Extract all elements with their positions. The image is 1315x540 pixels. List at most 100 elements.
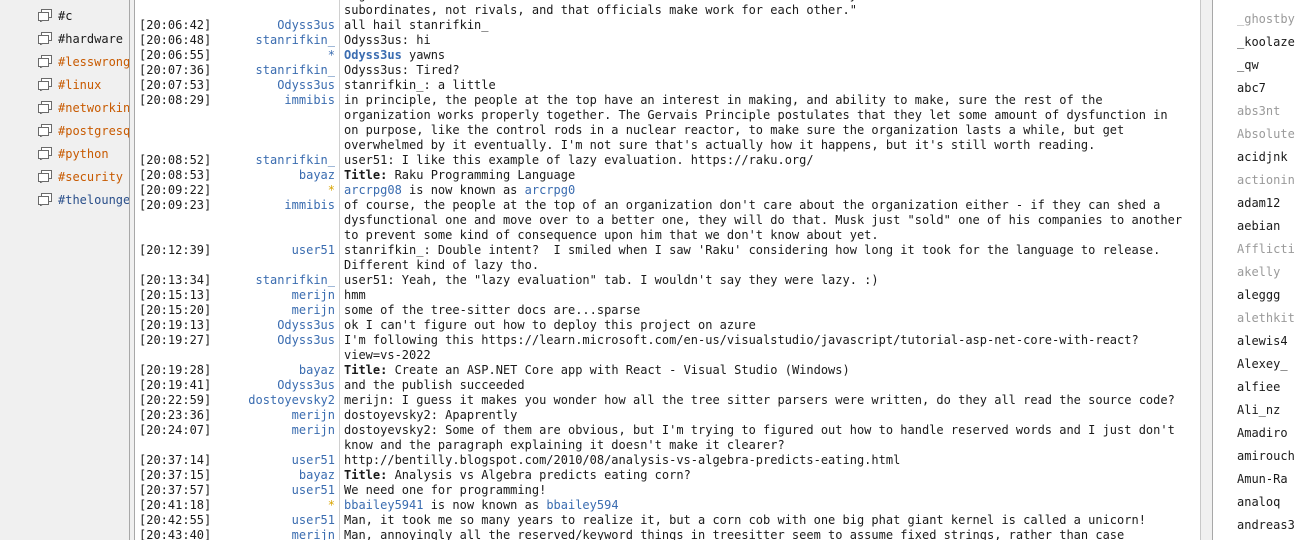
channel-item[interactable]: #c bbox=[38, 4, 129, 27]
message-nick[interactable]: stanrifkin_ bbox=[214, 273, 340, 288]
message-row: [20:09:23] immibis of course, the people a… bbox=[135, 198, 1200, 243]
message-text: Man, annoyingly all the reserved/keyword… bbox=[340, 528, 1200, 540]
user-list-item[interactable]: _ghostby bbox=[1237, 8, 1315, 31]
message-timestamp: [20:19:13] bbox=[139, 318, 212, 332]
channel-item[interactable]: #postgresql bbox=[38, 119, 129, 142]
user-list-item[interactable]: Absolute bbox=[1237, 123, 1315, 146]
user-list-item[interactable]: Amadiro bbox=[1237, 422, 1315, 445]
user-list-item[interactable]: analoq bbox=[1237, 491, 1315, 514]
message-row: [20:37:14] user51 http://bentilly.blogspot… bbox=[135, 453, 1200, 468]
channel-item[interactable]: #security bbox=[38, 165, 129, 188]
message-row: [20:23:36] merijn dostoyevsky2: Apaprently bbox=[135, 408, 1200, 423]
channel-name: #security bbox=[58, 169, 124, 184]
message-nick[interactable]: user51 bbox=[214, 483, 340, 498]
message-nick[interactable]: dostoyevsky2 bbox=[214, 393, 340, 408]
message-nick[interactable]: bayaz bbox=[214, 168, 340, 183]
message-log[interactable]: regardless of the amount of work to be d… bbox=[135, 0, 1200, 540]
message-row: [20:42:55] user51 Man, it took me so many … bbox=[135, 513, 1200, 528]
user-list-item[interactable]: actionin bbox=[1237, 169, 1315, 192]
user-list-item[interactable]: acidjnk bbox=[1237, 146, 1315, 169]
message-text: http://bentilly.blogspot.com/2010/08/ana… bbox=[340, 453, 1200, 468]
channel-item[interactable]: #thelounge bbox=[38, 188, 129, 211]
message-timestamp: [20:43:40] bbox=[139, 528, 212, 540]
message-row: [20:22:59] dostoyevsky2 merijn: I guess it… bbox=[135, 393, 1200, 408]
inline-nick[interactable]: bbailey5941 bbox=[344, 498, 423, 512]
user-list-item[interactable]: Amun-Ra bbox=[1237, 468, 1315, 491]
message-timestamp: [20:06:55] bbox=[139, 48, 212, 62]
user-list-item[interactable]: alewis4 bbox=[1237, 330, 1315, 353]
message-nick[interactable]: Odyss3us bbox=[214, 378, 340, 393]
message-nick[interactable]: Odyss3us bbox=[214, 78, 340, 93]
user-list-item[interactable]: _koolaze bbox=[1237, 31, 1315, 54]
channel-item[interactable]: #hardware bbox=[38, 27, 129, 50]
channel-icon bbox=[38, 9, 52, 22]
message-row: [20:15:20] merijn some of the tree-sitter … bbox=[135, 303, 1200, 318]
message-nick[interactable]: * bbox=[214, 48, 340, 63]
user-list-item[interactable]: Afflicti bbox=[1237, 238, 1315, 261]
channel-item[interactable]: #python bbox=[38, 142, 129, 165]
message-nick[interactable]: bayaz bbox=[214, 468, 340, 483]
channel-item[interactable]: #lesswrong bbox=[38, 50, 129, 73]
message-nick[interactable]: stanrifkin_ bbox=[214, 33, 340, 48]
message-nick[interactable]: immibis bbox=[214, 93, 340, 153]
message-nick[interactable]: Odyss3us bbox=[214, 318, 340, 333]
message-fragment: and the publish succeeded bbox=[344, 378, 525, 392]
message-timestamp: [20:07:53] bbox=[139, 78, 212, 92]
user-list-item[interactable]: _qw bbox=[1237, 54, 1315, 77]
message-text: I'm following this https://learn.microso… bbox=[340, 333, 1200, 363]
user-list-item[interactable]: alfiee bbox=[1237, 376, 1315, 399]
user-list-item[interactable]: aleggg bbox=[1237, 284, 1315, 307]
message-fragment: is now known as bbox=[401, 183, 525, 197]
message-fragment: is now known as bbox=[423, 498, 547, 512]
irc-client-window: #c #hardware #lesswrong #linux #networking #p… bbox=[0, 0, 1315, 540]
message-nick[interactable]: merijn bbox=[214, 423, 340, 453]
user-list-item[interactable]: Alexey_ bbox=[1237, 353, 1315, 376]
message-nick[interactable]: * bbox=[214, 498, 340, 513]
message-nick[interactable]: merijn bbox=[214, 408, 340, 423]
channel-icon bbox=[38, 101, 52, 114]
message-nick[interactable]: Odyss3us bbox=[214, 333, 340, 363]
message-nick[interactable]: Odyss3us bbox=[214, 18, 340, 33]
inline-nick[interactable]: arcrpg0 bbox=[525, 183, 576, 197]
message-nick[interactable]: immibis bbox=[214, 198, 340, 243]
message-nick[interactable]: merijn bbox=[214, 303, 340, 318]
message-nick[interactable]: merijn bbox=[214, 288, 340, 303]
user-list-item[interactable]: abc7 bbox=[1237, 77, 1315, 100]
user-list-item[interactable]: andreas3 bbox=[1237, 514, 1315, 537]
message-nick[interactable]: * bbox=[214, 183, 340, 198]
message-fragment: stanrifkin_: a little bbox=[344, 78, 496, 92]
message-row: [20:09:22] * arcrpg08 is now known as arcr… bbox=[135, 183, 1200, 198]
channel-item[interactable]: #networking bbox=[38, 96, 129, 119]
user-list-item[interactable]: aebian bbox=[1237, 215, 1315, 238]
user-list-item[interactable]: amirouch bbox=[1237, 445, 1315, 468]
message-nick[interactable]: stanrifkin_ bbox=[214, 63, 340, 78]
message-text: Title: Create an ASP.NET Core app with R… bbox=[340, 363, 1200, 378]
message-row: [20:08:52] stanrifkin_ user51: I like this… bbox=[135, 153, 1200, 168]
channel-icon bbox=[38, 32, 52, 45]
message-nick[interactable]: user51 bbox=[214, 243, 340, 273]
message-fragment: some of the tree-sitter docs are...spars… bbox=[344, 303, 641, 317]
user-list-item[interactable]: alethkit bbox=[1237, 307, 1315, 330]
message-fragment: Raku Programming Language bbox=[387, 168, 576, 182]
inline-nick[interactable]: arcrpg08 bbox=[344, 183, 402, 197]
user-list-item[interactable]: abs3nt bbox=[1237, 100, 1315, 123]
message-text: hmm bbox=[340, 288, 1200, 303]
message-nick[interactable]: stanrifkin_ bbox=[214, 153, 340, 168]
message-row: [20:41:18] * bbailey5941 is now known as b… bbox=[135, 498, 1200, 513]
message-nick[interactable] bbox=[214, 0, 340, 18]
channel-name: #thelounge bbox=[58, 192, 129, 207]
message-text: Man, it took me so many years to realize… bbox=[340, 513, 1200, 528]
inline-nick[interactable]: bbailey594 bbox=[546, 498, 618, 512]
message-nick[interactable]: user51 bbox=[214, 513, 340, 528]
message-timestamp: [20:37:57] bbox=[139, 483, 212, 497]
message-nick[interactable]: user51 bbox=[214, 453, 340, 468]
message-text: Title: Analysis vs Algebra predicts eati… bbox=[340, 468, 1200, 483]
user-list-item[interactable]: akelly bbox=[1237, 261, 1315, 284]
user-list-item[interactable]: Ali_nz bbox=[1237, 399, 1315, 422]
message-nick[interactable]: bayaz bbox=[214, 363, 340, 378]
inline-nick[interactable]: Odyss3us bbox=[344, 48, 402, 62]
message-fragment: ok I can't figure out how to deploy this… bbox=[344, 318, 756, 332]
user-list-item[interactable]: adam12 bbox=[1237, 192, 1315, 215]
message-nick[interactable]: merijn bbox=[214, 528, 340, 540]
channel-item[interactable]: #linux bbox=[38, 73, 129, 96]
